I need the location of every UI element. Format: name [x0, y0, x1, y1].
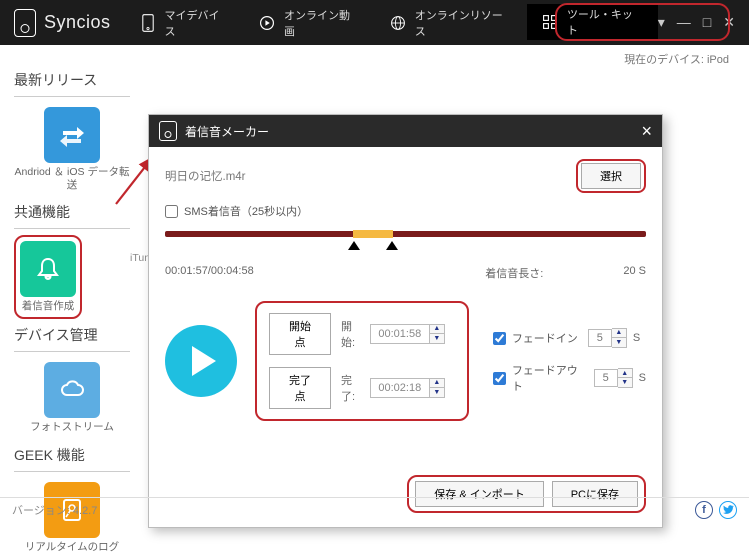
selected-file-name: 明日の记忆.m4r	[165, 168, 568, 184]
close-window-button[interactable]: ✕	[723, 14, 735, 31]
play-icon	[189, 344, 219, 378]
nav-toolkit[interactable]: ツール・キット	[527, 4, 658, 40]
version-label: バージョン: 4.2.7	[12, 502, 97, 518]
sidebar-item-transfer[interactable]: Andriod ＆ iOS データ転送	[14, 103, 130, 196]
topbar: Syncios マイデバイス オンライン動画 オンラインリソース ツール・キット	[0, 0, 749, 45]
play-button[interactable]	[165, 325, 237, 397]
annotation-highlight-markers: 開始点 開始: ▲▼ 完了点 完了: ▲▼	[255, 301, 469, 421]
cloud-icon	[44, 362, 100, 418]
section-latest-release: 最新リリース	[14, 64, 130, 97]
play-circle-icon	[258, 14, 276, 32]
nav-my-device[interactable]: マイデバイス	[125, 0, 244, 45]
sidebar-item-label: リアルタイムのログ	[25, 541, 119, 554]
nav-label: オンラインリソース	[415, 7, 513, 39]
grid-icon	[541, 13, 559, 31]
ringtone-length-label: 着信音長さ:	[485, 265, 543, 281]
end-time-input[interactable]: ▲▼	[370, 378, 445, 398]
choose-file-button[interactable]: 選択	[581, 163, 641, 189]
spin-up[interactable]: ▲	[612, 329, 626, 338]
dropdown-icon[interactable]: ▾	[658, 14, 665, 31]
top-nav: マイデバイス オンライン動画 オンラインリソース ツール・キット	[125, 0, 658, 45]
end-label: 完了:	[341, 372, 360, 404]
sidebar-item-ringtone[interactable]: 着信音作成	[20, 241, 76, 313]
app-logo-icon	[14, 9, 36, 37]
sidebar-item-label: フォトストリーム	[30, 421, 114, 434]
fade-in-value[interactable]	[588, 329, 612, 347]
sms-ringtone-label: SMS着信音（25秒以内）	[184, 203, 308, 219]
fade-out-value[interactable]	[594, 369, 618, 387]
nav-label: ツール・キット	[567, 6, 644, 38]
playback-time: 00:01:57/00:04:58	[165, 265, 254, 281]
fade-out-checkbox[interactable]	[493, 372, 506, 385]
fade-in-label: フェードイン	[512, 330, 578, 346]
spin-down[interactable]: ▼	[430, 388, 444, 397]
transfer-icon	[44, 107, 100, 163]
start-time-input[interactable]: ▲▼	[370, 324, 445, 344]
sidebar-item-label: 着信音作成	[22, 300, 75, 313]
maximize-button[interactable]: □	[703, 14, 711, 31]
annotation-highlight-choose: 選択	[576, 159, 646, 193]
sidebar-item-label: Andriod ＆ iOS データ転送	[14, 166, 130, 192]
spin-down[interactable]: ▼	[612, 338, 626, 347]
fade-in-checkbox[interactable]	[493, 332, 506, 345]
spin-up[interactable]: ▲	[618, 369, 632, 378]
dialog-title: 着信音メーカー	[185, 123, 269, 140]
fade-out-label: フェードアウト	[512, 362, 584, 394]
track-line	[165, 231, 646, 237]
app-name: Syncios	[44, 12, 111, 33]
minimize-button[interactable]: —	[677, 14, 691, 31]
facebook-icon[interactable]: f	[695, 501, 713, 519]
section-common: 共通機能	[14, 196, 130, 229]
spin-up[interactable]: ▲	[430, 379, 444, 388]
nav-online-video[interactable]: オンライン動画	[244, 0, 375, 45]
window-controls: ▾ — □ ✕	[658, 14, 749, 31]
device-icon	[139, 14, 157, 32]
audio-track[interactable]	[165, 225, 646, 259]
spin-up[interactable]: ▲	[430, 325, 444, 334]
nav-label: マイデバイス	[164, 7, 230, 39]
range-end-handle[interactable]	[386, 241, 398, 250]
section-geek: GEEK 機能	[14, 439, 130, 472]
selected-range	[353, 230, 393, 238]
sidebar-item-photostream[interactable]: フォトストリーム	[14, 358, 130, 438]
app-brand: Syncios	[0, 9, 125, 37]
end-time-field[interactable]	[370, 378, 430, 398]
section-device-mgmt: デバイス管理	[14, 319, 130, 352]
bell-icon	[20, 241, 76, 297]
start-label: 開始:	[341, 318, 360, 350]
seconds-suffix: S	[633, 332, 640, 344]
status-bar: バージョン: 4.2.7 f	[0, 497, 749, 521]
annotation-highlight-ringtone: 着信音作成	[14, 235, 82, 319]
device-small-icon	[159, 121, 177, 141]
dialog-header: 着信音メーカー ×	[149, 115, 662, 147]
globe-icon	[389, 14, 407, 32]
spin-down[interactable]: ▼	[430, 334, 444, 343]
nav-online-resource[interactable]: オンラインリソース	[375, 0, 527, 45]
range-start-handle[interactable]	[348, 241, 360, 250]
twitter-icon[interactable]	[719, 501, 737, 519]
set-start-button[interactable]: 開始点	[269, 313, 331, 355]
sidebar: 最新リリース Andriod ＆ iOS データ転送 共通機能 着信音作成 デバ…	[14, 64, 130, 558]
spin-down[interactable]: ▼	[618, 378, 632, 387]
ringtone-length-value: 20 S	[623, 265, 646, 281]
seconds-suffix: S	[639, 372, 646, 384]
dialog-close-button[interactable]: ×	[641, 122, 652, 140]
nav-label: オンライン動画	[284, 7, 361, 39]
start-time-field[interactable]	[370, 324, 430, 344]
sms-ringtone-checkbox[interactable]	[165, 205, 178, 218]
ringtone-maker-dialog: 着信音メーカー × 明日の记忆.m4r 選択 SMS着信音（25秒以内） 00:…	[148, 114, 663, 528]
set-end-button[interactable]: 完了点	[269, 367, 331, 409]
